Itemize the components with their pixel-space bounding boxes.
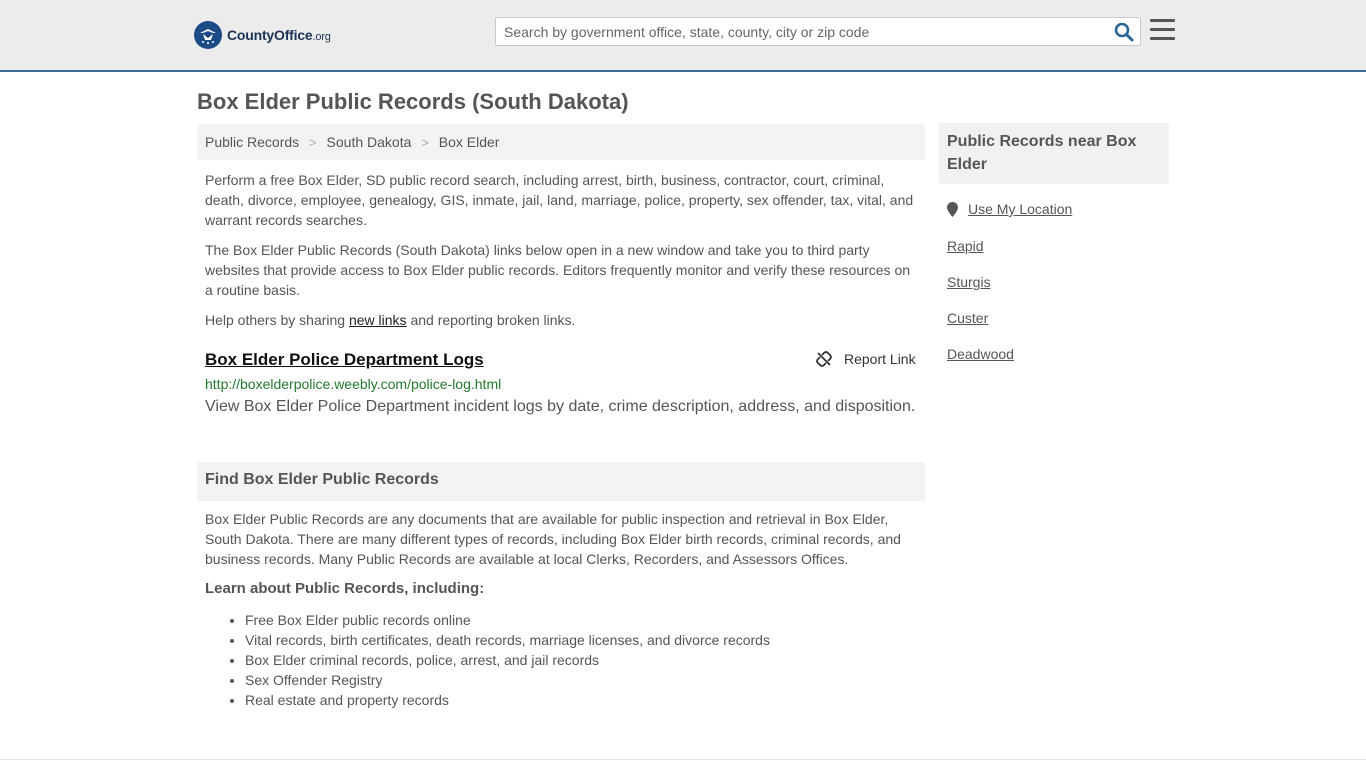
breadcrumb-separator: > <box>309 135 317 150</box>
report-link-button[interactable]: Report Link <box>816 351 916 367</box>
intro-paragraph-1: Perform a free Box Elder, SD public reco… <box>205 172 914 228</box>
seal-icon <box>194 21 222 49</box>
footer-divider <box>0 759 1366 760</box>
breadcrumb: Public Records > South Dakota > Box Elde… <box>197 124 925 160</box>
logo-tld: .org <box>312 31 331 43</box>
search-box <box>495 17 1141 46</box>
logo-brand: CountyOffice <box>227 27 313 43</box>
help-text-before: Help others by sharing <box>205 312 349 328</box>
site-logo[interactable]: CountyOffice.org <box>194 20 331 50</box>
list-item: Free Box Elder public records online <box>245 610 770 630</box>
listing-title-link[interactable]: Box Elder Police Department Logs <box>205 350 484 370</box>
breadcrumb-south-dakota[interactable]: South Dakota <box>327 134 412 150</box>
breadcrumb-public-records[interactable]: Public Records <box>205 134 299 150</box>
search-input[interactable] <box>496 18 1106 45</box>
help-text-after: and reporting broken links. <box>406 312 576 328</box>
logo-text: CountyOffice.org <box>227 27 331 43</box>
nearby-link-sturgis[interactable]: Sturgis <box>947 274 991 290</box>
use-my-location-link[interactable]: Use My Location <box>947 201 1072 217</box>
list-item: Box Elder criminal records, police, arre… <box>245 650 770 670</box>
find-records-body: Box Elder Public Records are any documen… <box>205 511 901 567</box>
nearby-link-deadwood[interactable]: Deadwood <box>947 346 1014 362</box>
sidebar-heading: Public Records near Box Elder <box>939 123 1169 184</box>
intro-paragraph-2: The Box Elder Public Records (South Dako… <box>205 242 911 298</box>
list-item: Sex Offender Registry <box>245 670 770 690</box>
breadcrumb-box-elder[interactable]: Box Elder <box>439 134 500 150</box>
nearby-link-rapid[interactable]: Rapid <box>947 238 984 254</box>
hamburger-menu-icon[interactable] <box>1150 19 1176 43</box>
magnifier-icon[interactable] <box>1114 22 1134 42</box>
new-links-link[interactable]: new links <box>349 312 407 328</box>
nearby-link-custer[interactable]: Custer <box>947 310 988 326</box>
list-item: Real estate and property records <box>245 690 770 710</box>
listing-url: http://boxelderpolice.weebly.com/police-… <box>205 376 502 392</box>
use-my-location-label: Use My Location <box>968 201 1073 217</box>
list-item: Vital records, birth certificates, death… <box>245 630 770 650</box>
learn-subheading: Learn about Public Records, including: <box>205 580 485 597</box>
breadcrumb-separator: > <box>421 135 429 150</box>
header-bar: CountyOffice.org <box>0 0 1366 72</box>
learn-list: Free Box Elder public records online Vit… <box>245 610 770 710</box>
report-link-label: Report Link <box>844 351 916 367</box>
listing-description: View Box Elder Police Department inciden… <box>205 398 916 415</box>
broken-link-icon <box>816 351 832 367</box>
map-pin-icon <box>947 201 958 217</box>
find-records-heading: Find Box Elder Public Records <box>197 462 925 501</box>
intro-paragraph-3: Help others by sharing new links and rep… <box>205 310 917 330</box>
page-title: Box Elder Public Records (South Dakota) <box>197 89 629 114</box>
